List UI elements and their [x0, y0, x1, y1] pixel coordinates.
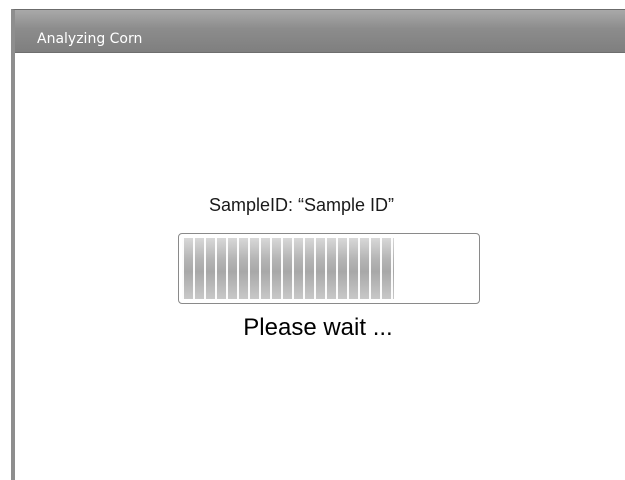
sample-id-value: “Sample ID” — [298, 195, 395, 215]
status-message: Please wait ... — [243, 314, 393, 341]
progress-fill — [182, 238, 394, 299]
progress-bar — [178, 233, 480, 304]
window-title: Analyzing Corn — [37, 31, 143, 47]
sample-id-label: SampleID: — [208, 195, 293, 215]
title-bar[interactable]: Analyzing Corn — [15, 10, 625, 53]
sample-id-line: SampleID: “Sample ID” — [0, 195, 614, 216]
